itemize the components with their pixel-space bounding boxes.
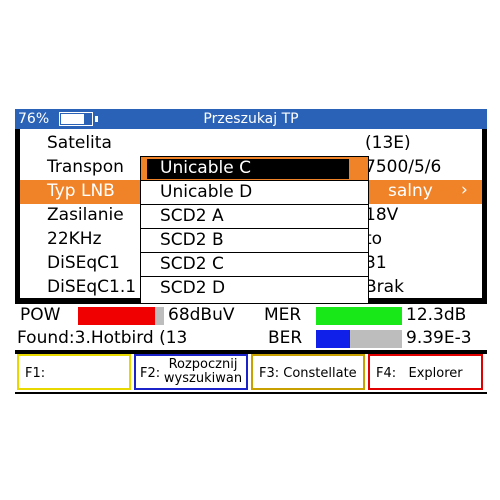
dropdown-option[interactable]: SCD2 A [141,205,368,229]
row-label: Zasilanie [47,205,124,225]
option-label: SCD2 B [160,230,224,250]
f3-constellation-button[interactable]: F3: Constellate [251,354,365,390]
ber-value: 9.39E-3 [406,328,472,348]
row-value: 18V [365,205,399,225]
row-label: Typ LNB [47,181,115,201]
found-status: Found:3.Hotbird (13 [17,328,188,348]
pow-label: POW [20,305,61,325]
function-key-bar: F1: F2: Rozpocznij wyszukiwan F3: Conste… [15,354,487,392]
row-label: DiSEqC1 [47,253,120,273]
settings-panel: Satelita (13E) Transpon 7500/5/6 Typ LNB… [20,129,482,304]
option-label: SCD2 A [160,206,224,226]
row-label: Satelita [47,133,112,153]
row-label: DiSEqC1.1 [47,277,137,297]
pow-value: 68dBuV [168,305,235,325]
option-label: SCD2 D [160,278,226,298]
chevron-right-icon[interactable]: › [461,180,468,200]
ber-bar-fill [316,330,351,348]
pow-bar-fill [78,307,156,325]
row-label: Transpon [47,157,124,177]
dropdown-option[interactable]: SCD2 B [141,229,368,253]
row-label: 22KHz [47,229,102,249]
mer-bar-fill [316,307,402,325]
option-label: SCD2 C [160,254,224,274]
f2-start-search-button[interactable]: F2: Rozpocznij wyszukiwan [134,354,248,390]
row-value: Brak [365,277,404,297]
f1-button[interactable]: F1: [17,354,131,390]
receiver-screen: 76% Przeszukaj TP Satelita (13E) Transpo… [15,109,487,394]
f4-explorer-button[interactable]: F4: Explorer [368,354,483,390]
row-value: (13E) [365,133,411,153]
f2-text: Rozpocznij wyszukiwan [163,357,243,386]
dropdown-option[interactable]: Unicable D [141,181,368,205]
pow-bar [78,307,164,325]
title-bar: 76% Przeszukaj TP [15,109,487,129]
dropdown-option[interactable]: SCD2 C [141,253,368,277]
option-label: Unicable C [160,158,251,178]
mer-value: 12.3dB [406,305,467,325]
dropdown-option[interactable]: SCD2 D [141,277,368,300]
f4-label: F4: Explorer [376,366,463,381]
dropdown-option[interactable]: Unicable C [141,157,368,181]
ber-label: BER [268,328,303,348]
lnb-type-dropdown[interactable]: Unicable C Unicable D SCD2 A SCD2 B SCD2… [140,156,369,304]
row-value: salny [388,181,433,201]
row-value: 7500/5/6 [365,157,442,177]
mer-bar [316,307,402,325]
ber-bar [316,330,402,348]
mer-label: MER [264,305,302,325]
settings-row-satelita[interactable]: Satelita (13E) [20,132,482,156]
f1-label: F1: [25,366,46,381]
option-label: Unicable D [160,182,253,202]
signal-info: POW 68dBuV MER 12.3dB Found:3.Hotbird (1… [15,304,487,350]
f3-label: F3: Constellate [259,366,357,381]
page-title: Przeszukaj TP [203,111,299,127]
